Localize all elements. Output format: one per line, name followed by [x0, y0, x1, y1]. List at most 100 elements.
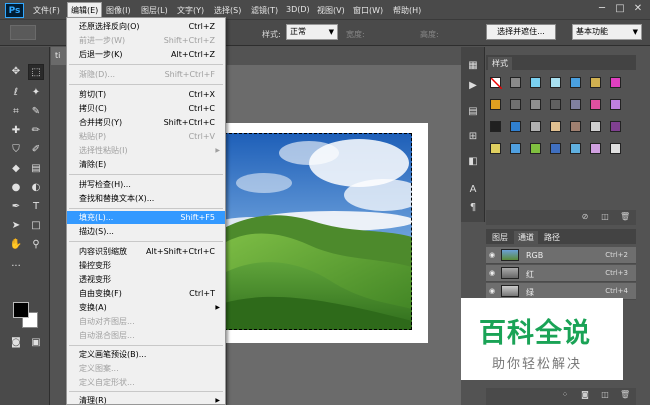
menu-find-replace[interactable]: 查找和替换文本(X)... — [67, 192, 225, 205]
style-swatch[interactable] — [510, 99, 521, 110]
menu-step-forward[interactable]: 前进一步(W) Shift+Ctrl+Z — [67, 34, 225, 47]
lasso-tool-icon[interactable]: ℓ — [8, 85, 24, 101]
delete-style-icon[interactable]: 🗑 — [620, 212, 630, 222]
style-swatch[interactable] — [610, 143, 621, 154]
menu-fade[interactable]: 渐隐(D)... Shift+Ctrl+F — [67, 68, 225, 81]
style-swatch[interactable] — [590, 99, 601, 110]
style-swatch[interactable] — [550, 77, 561, 88]
brush-tool-icon[interactable]: ✏ — [28, 123, 44, 139]
marquee-tool-icon[interactable]: ⬚ — [28, 64, 44, 80]
menu-stroke[interactable]: 描边(S)... — [67, 225, 225, 238]
style-swatch[interactable] — [610, 99, 621, 110]
properties-panel-icon[interactable]: ▤ — [466, 105, 480, 119]
menu-define-pattern[interactable]: 定义图案... — [67, 362, 225, 375]
tool-preset-picker[interactable] — [10, 25, 36, 40]
menu-cut[interactable]: 剪切(T) Ctrl+X — [67, 88, 225, 101]
style-swatch[interactable] — [490, 99, 501, 110]
save-selection-icon[interactable]: ◙ — [580, 390, 590, 400]
visibility-eye-icon[interactable]: ◉ — [489, 287, 497, 295]
visibility-eye-icon[interactable]: ◉ — [489, 269, 497, 277]
menu-purge[interactable]: 清理(R) ▶ — [67, 394, 225, 405]
style-swatch[interactable] — [570, 121, 581, 132]
character-panel-icon[interactable]: ⊞ — [466, 130, 480, 144]
zoom-tool-icon[interactable]: ⚲ — [28, 237, 44, 253]
no-style-icon[interactable]: ⊘ — [580, 212, 590, 222]
style-select[interactable]: 正常 ▼ — [286, 24, 338, 40]
new-style-icon[interactable]: ◫ — [600, 212, 610, 222]
menu-step-backward[interactable]: 后退一步(K) Alt+Ctrl+Z — [67, 48, 225, 61]
style-swatch[interactable] — [510, 121, 521, 132]
menu-auto-align-layers[interactable]: 自动对齐图层... — [67, 315, 225, 328]
blur-tool-icon[interactable]: ● — [8, 180, 24, 196]
menu-paste-special[interactable]: 选择性粘贴(I) ▶ — [67, 144, 225, 157]
menu-spell-check[interactable]: 拼写检查(H)... — [67, 178, 225, 191]
actions-panel-icon[interactable]: ▶ — [466, 79, 480, 93]
style-swatch[interactable] — [530, 99, 541, 110]
dodge-tool-icon[interactable]: ◐ — [28, 180, 44, 196]
menu-type[interactable]: 文字(Y) — [177, 5, 204, 16]
style-swatch[interactable] — [550, 99, 561, 110]
menu-copy-merged[interactable]: 合并拷贝(Y) Shift+Ctrl+C — [67, 116, 225, 129]
new-channel-icon[interactable]: ◫ — [600, 390, 610, 400]
menu-window[interactable]: 窗口(W) — [353, 5, 383, 16]
type-tool-icon[interactable]: T — [28, 199, 44, 215]
menu-undo[interactable]: 还原选择反向(O) Ctrl+Z — [67, 20, 225, 33]
move-tool-icon[interactable]: ✥ — [8, 64, 24, 80]
style-swatch[interactable] — [510, 77, 521, 88]
menu-paste[interactable]: 粘贴(P) Ctrl+V — [67, 130, 225, 143]
maximize-icon[interactable]: □ — [613, 2, 627, 16]
channel-row-red[interactable]: ◉ 红 Ctrl+3 — [486, 265, 636, 282]
crop-tool-icon[interactable]: ⌗ — [8, 104, 24, 120]
adjustments-panel-icon[interactable]: ◧ — [466, 155, 480, 169]
menu-fill[interactable]: 填充(L)... Shift+F5 — [67, 211, 225, 224]
menu-file[interactable]: 文件(F) — [33, 5, 60, 16]
menu-3d[interactable]: 3D(D) — [286, 5, 310, 14]
foreground-color-swatch[interactable] — [13, 302, 29, 318]
style-swatch[interactable] — [590, 77, 601, 88]
workspace-select[interactable]: 基本功能 ▼ — [572, 24, 642, 40]
style-none-swatch[interactable] — [490, 77, 503, 90]
delete-channel-icon[interactable]: 🗑 — [620, 390, 630, 400]
tab-channels[interactable]: 通道 — [514, 231, 538, 244]
paragraph-panel-icon[interactable]: ¶ — [466, 201, 480, 215]
menu-define-brush[interactable]: 定义画笔预设(B)... — [67, 348, 225, 361]
channel-row-rgb[interactable]: ◉ RGB Ctrl+2 — [486, 247, 636, 264]
menu-edit[interactable]: 编辑(E) — [67, 2, 103, 18]
menu-copy[interactable]: 拷贝(C) Ctrl+C — [67, 102, 225, 115]
magic-wand-icon[interactable]: ✦ — [28, 85, 44, 101]
menu-puppet-warp[interactable]: 操控变形 — [67, 259, 225, 272]
style-swatch[interactable] — [590, 121, 601, 132]
healing-brush-icon[interactable]: ✚ — [8, 123, 24, 139]
visibility-eye-icon[interactable]: ◉ — [489, 251, 497, 259]
menu-clear[interactable]: 清除(E) — [67, 158, 225, 171]
style-swatch[interactable] — [530, 77, 541, 88]
menu-define-shape[interactable]: 定义自定形状... — [67, 376, 225, 389]
path-select-icon[interactable]: ➤ — [8, 218, 24, 234]
menu-filter[interactable]: 滤镜(T) — [251, 5, 278, 16]
style-swatch[interactable] — [550, 121, 561, 132]
eyedropper-icon[interactable]: ✎ — [28, 104, 44, 120]
style-swatch[interactable] — [570, 77, 581, 88]
pen-tool-icon[interactable]: ✒ — [8, 199, 24, 215]
tab-layers[interactable]: 图层 — [488, 231, 512, 244]
menu-view[interactable]: 视图(V) — [317, 5, 345, 16]
menu-perspective-warp[interactable]: 透视变形 — [67, 273, 225, 286]
load-selection-icon[interactable]: ⁘ — [560, 390, 570, 400]
history-panel-icon[interactable]: ▦ — [466, 59, 480, 73]
gradient-tool-icon[interactable]: ▤ — [28, 161, 44, 177]
tab-paths[interactable]: 路径 — [540, 231, 564, 244]
clone-stamp-icon[interactable]: ⛉ — [8, 142, 24, 158]
style-swatch[interactable] — [570, 143, 581, 154]
style-swatch[interactable] — [550, 143, 561, 154]
quick-mask-icon[interactable]: ◙ — [8, 335, 24, 351]
tab-styles[interactable]: 样式 — [488, 57, 512, 70]
menu-help[interactable]: 帮助(H) — [393, 5, 421, 16]
hand-tool-icon[interactable]: ✋ — [8, 237, 24, 253]
style-swatch[interactable] — [590, 143, 601, 154]
style-swatch[interactable] — [570, 99, 581, 110]
eraser-tool-icon[interactable]: ◆ — [8, 161, 24, 177]
style-swatch[interactable] — [610, 121, 621, 132]
style-swatch[interactable] — [530, 143, 541, 154]
style-swatch[interactable] — [490, 121, 501, 132]
minimize-icon[interactable]: ─ — [595, 2, 609, 16]
